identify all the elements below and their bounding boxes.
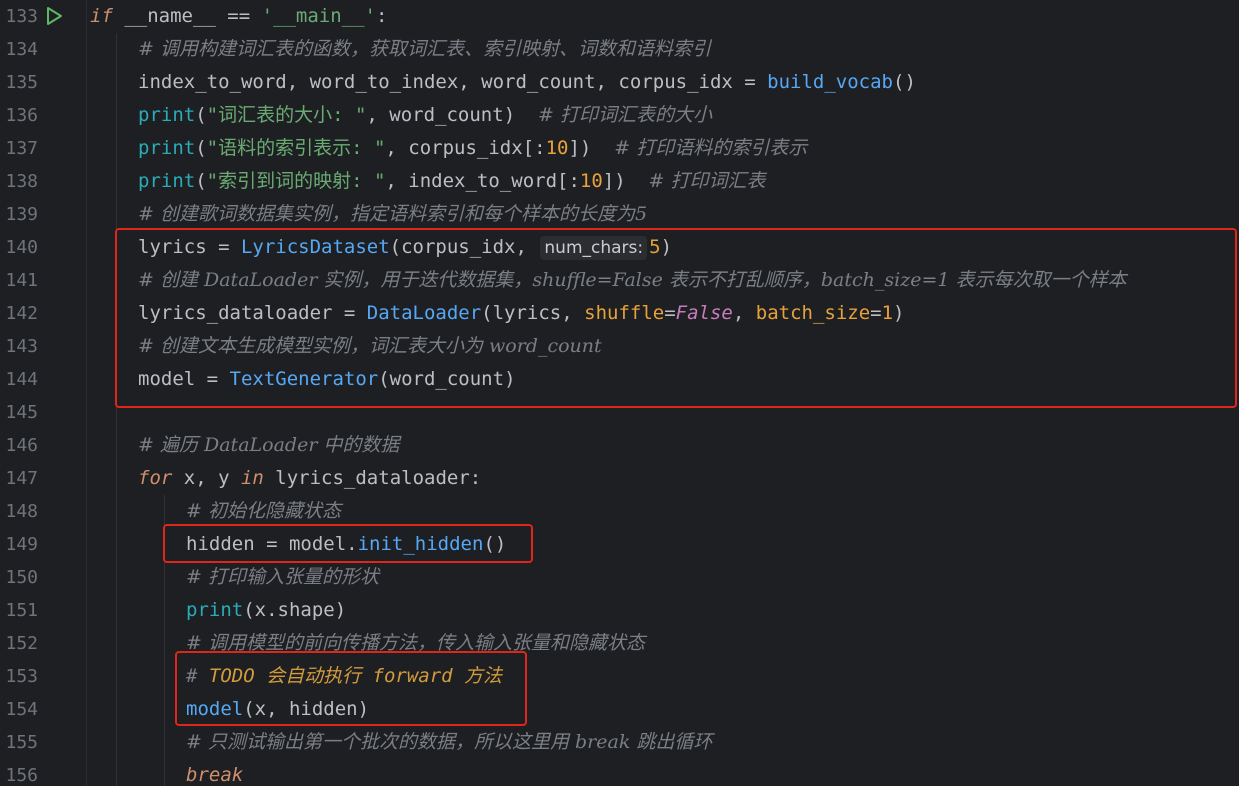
code-line: 149 hidden = model.init_hidden() [0,528,1239,561]
code-line: 146 # 遍历 DataLoader 中的数据 [0,429,1239,462]
line-number: 140 [5,237,38,258]
code-line: 133 if __name__ == '__main__': [0,0,1239,33]
line-number: 149 [5,534,38,555]
line-number: 153 [5,666,38,687]
todo-comment: # TODO 会自动执行 forward 方法 [186,665,503,687]
line-number: 134 [5,39,38,60]
line-number: 150 [5,567,38,588]
code-line: 141 # 创建 DataLoader 实例，用于迭代数据集，shuffle=F… [0,264,1239,297]
code-text: if __name__ == '__main__': [90,5,388,27]
code-line: 138 print("索引到词的映射: ", index_to_word[:10… [0,165,1239,198]
line-number: 154 [5,699,38,720]
code-line: 152 # 调用模型的前向传播方法，传入输入张量和隐藏状态 [0,627,1239,660]
code-line: 136 print("词汇表的大小: ", word_count) # 打印词汇… [0,99,1239,132]
code-text: print("语料的索引表示: ", corpus_idx[:10]) # 打印… [138,137,808,159]
comment: # 创建歌词数据集实例，指定语料索引和每个样本的长度为5 [138,203,648,225]
code-text: print("词汇表的大小: ", word_count) # 打印词汇表的大小 [138,104,712,126]
code-text: lyrics_dataloader = DataLoader(lyrics, s… [138,302,905,324]
code-line: 142 lyrics_dataloader = DataLoader(lyric… [0,297,1239,330]
parameter-hint: num_chars: [540,236,648,260]
code-line: 156 break [0,759,1239,786]
line-number: 152 [5,633,38,654]
code-text: hidden = model.init_hidden() [186,533,507,555]
code-line: 144 model = TextGenerator(word_count) [0,363,1239,396]
line-number: 147 [5,468,38,489]
code-line: 155 # 只测试输出第一个批次的数据，所以这里用 break 跳出循环 [0,726,1239,759]
comment: # 打印输入张量的形状 [186,566,379,588]
comment: # 创建 DataLoader 实例，用于迭代数据集，shuffle=False… [138,269,1127,291]
comment: # 调用构建词汇表的函数，获取词汇表、索引映射、词数和语料索引 [138,38,711,60]
line-number: 146 [5,435,38,456]
comment: # 创建文本生成模型实例，词汇表大小为 word_count [138,335,602,357]
line-number: 148 [5,501,38,522]
line-number: 145 [5,402,38,423]
line-number: 138 [5,171,38,192]
code-text: print(x.shape) [186,599,347,621]
code-text: print("索引到词的映射: ", index_to_word[:10]) #… [138,170,766,192]
code-line: 134 # 调用构建词汇表的函数，获取词汇表、索引映射、词数和语料索引 [0,33,1239,66]
code-line: 147 for x, y in lyrics_dataloader: [0,462,1239,495]
code-text: lyrics = LyricsDataset(corpus_idx, num_c… [138,236,673,260]
run-icon[interactable] [44,6,64,26]
line-number: 141 [5,270,38,291]
line-number: 137 [5,138,38,159]
line-number: 151 [5,600,38,621]
code-line: 143 # 创建文本生成模型实例，词汇表大小为 word_count [0,330,1239,363]
code-text: index_to_word, word_to_index, word_count… [138,71,916,93]
code-text: model(x, hidden) [186,698,370,720]
line-number: 136 [5,105,38,126]
comment: # 遍历 DataLoader 中的数据 [138,434,400,456]
line-number: 156 [5,765,38,786]
line-number: 155 [5,732,38,753]
line-number: 143 [5,336,38,357]
code-line: 153 # TODO 会自动执行 forward 方法 [0,660,1239,693]
code-line: 140 lyrics = LyricsDataset(corpus_idx, n… [0,231,1239,264]
code-line: 137 print("语料的索引表示: ", corpus_idx[:10]) … [0,132,1239,165]
code-line: 154 model(x, hidden) [0,693,1239,726]
line-number: 135 [5,72,38,93]
comment: # 只测试输出第一个批次的数据，所以这里用 break 跳出循环 [186,731,713,753]
code-line: 145 [0,396,1239,429]
code-editor[interactable]: 133 if __name__ == '__main__': 134 # 调用构… [0,0,1239,786]
code-line: 150 # 打印输入张量的形状 [0,561,1239,594]
code-line: 151 print(x.shape) [0,594,1239,627]
line-number: 133 [5,6,38,27]
code-text: model = TextGenerator(word_count) [138,368,516,390]
code-line: 135 index_to_word, word_to_index, word_c… [0,66,1239,99]
line-number: 139 [5,204,38,225]
line-number: 142 [5,303,38,324]
comment: # 初始化隐藏状态 [186,500,341,522]
code-line: 139 # 创建歌词数据集实例，指定语料索引和每个样本的长度为5 [0,198,1239,231]
code-text: for x, y in lyrics_dataloader: [138,467,482,489]
comment: # 调用模型的前向传播方法，传入输入张量和隐藏状态 [186,632,645,654]
code-line: 148 # 初始化隐藏状态 [0,495,1239,528]
code-text: break [186,764,244,786]
line-number: 144 [5,369,38,390]
